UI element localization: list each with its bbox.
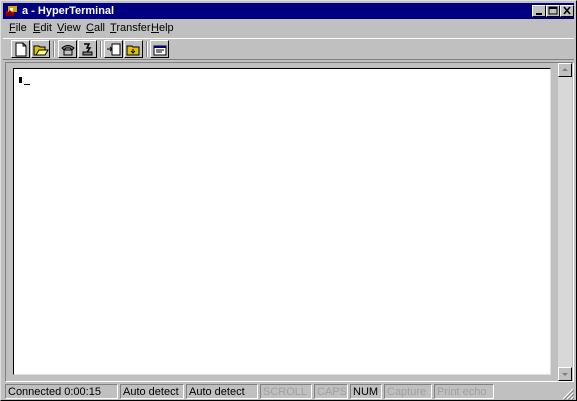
- scroll-down-button[interactable]: [558, 367, 572, 381]
- status-scroll: SCROLL: [260, 384, 312, 399]
- hyperterminal-window: a - HyperTerminal File Edit View Call Tr…: [0, 0, 577, 401]
- connect-button[interactable]: [58, 40, 77, 58]
- menu-help[interactable]: Help: [151, 22, 174, 35]
- title-bar[interactable]: a - HyperTerminal: [3, 3, 574, 19]
- minimize-button[interactable]: [532, 5, 546, 17]
- status-settings-detect: Auto detect: [186, 384, 258, 399]
- cursor-block: [19, 77, 22, 83]
- scroll-up-button[interactable]: [558, 63, 572, 77]
- toolbar-separator: [146, 41, 148, 57]
- vertical-scrollbar[interactable]: [558, 63, 572, 381]
- window-title: a - HyperTerminal: [22, 5, 115, 17]
- status-caps: CAPS: [314, 384, 348, 399]
- resize-grip-icon[interactable]: [562, 388, 575, 401]
- close-button[interactable]: [560, 5, 574, 17]
- status-num: NUM: [350, 384, 382, 399]
- menu-view[interactable]: View: [57, 22, 81, 35]
- status-capture: Capture: [384, 384, 432, 399]
- new-connection-button[interactable]: [11, 40, 30, 58]
- disconnect-button[interactable]: [78, 40, 97, 58]
- disconnect-icon: [82, 43, 93, 56]
- properties-icon: [153, 45, 167, 56]
- send-icon: [107, 43, 121, 56]
- open-icon: [33, 45, 49, 56]
- menu-call[interactable]: Call: [86, 22, 105, 35]
- hyperterminal-app-icon[interactable]: [5, 4, 19, 18]
- status-bar: Connected 0:00:15 Auto detect Auto detec…: [3, 384, 575, 401]
- menu-bar: File Edit View Call Transfer Help: [3, 20, 574, 36]
- arrow-down-icon: [562, 373, 568, 376]
- menu-transfer[interactable]: Transfer: [110, 22, 151, 35]
- properties-button[interactable]: [150, 40, 169, 58]
- status-print-echo: Print echo: [434, 384, 494, 399]
- terminal-screen[interactable]: [13, 68, 551, 375]
- text-cursor: [24, 84, 30, 85]
- toolbar-separator: [100, 41, 102, 57]
- connect-icon: [61, 45, 75, 56]
- open-button[interactable]: [31, 40, 50, 58]
- toolbar: [3, 38, 574, 60]
- menu-edit[interactable]: Edit: [33, 22, 52, 35]
- toolbar-separator: [53, 41, 55, 57]
- receive-icon: [126, 45, 140, 56]
- maximize-button[interactable]: [546, 5, 560, 17]
- receive-button[interactable]: [124, 40, 143, 58]
- arrow-up-icon: [562, 68, 568, 71]
- send-button[interactable]: [104, 40, 123, 58]
- new-connection-icon: [15, 42, 27, 57]
- status-terminal-detect: Auto detect: [120, 384, 184, 399]
- status-connection-time: Connected 0:00:15: [5, 384, 118, 399]
- menu-file[interactable]: File: [9, 22, 27, 35]
